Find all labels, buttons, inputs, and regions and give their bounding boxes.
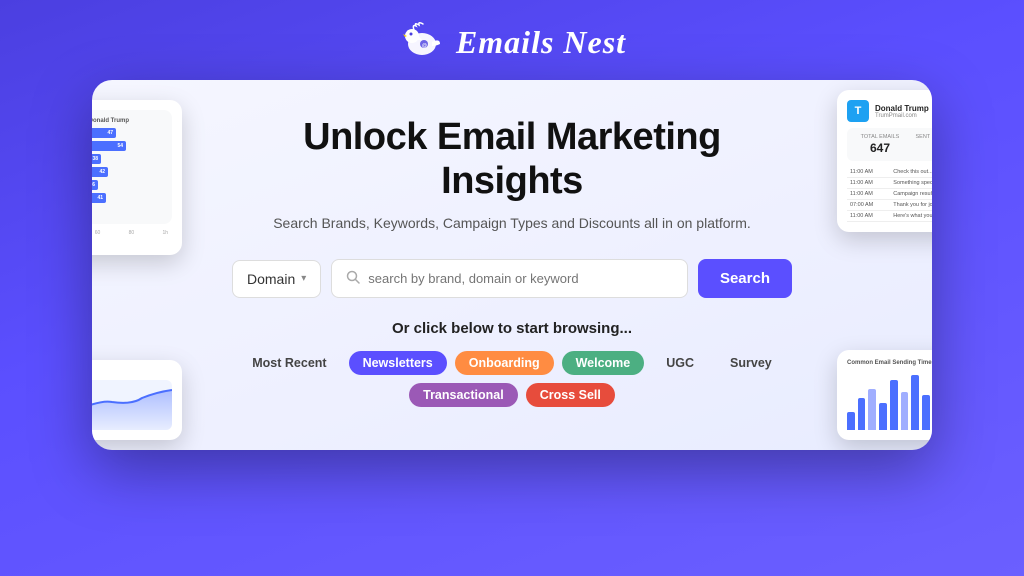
column-bar xyxy=(879,403,887,431)
search-button[interactable]: Search xyxy=(698,259,792,298)
hero-headline: Unlock Email Marketing Insights xyxy=(303,116,721,203)
left-chart-area: Common Email Sending Days: Donald Trump … xyxy=(92,110,172,224)
hero-background: @ Emails Nest Common Email Sending Days:… xyxy=(0,0,1024,576)
bar-row: Sunday 47 xyxy=(92,128,164,138)
browse-tag-welcome[interactable]: Welcome xyxy=(562,351,645,375)
svg-text:@: @ xyxy=(422,43,427,49)
main-card: Common Email Sending Days: Donald Trump … xyxy=(92,80,932,450)
right-panel-bottom: Common Email Sending Times: Donald Trump xyxy=(837,350,932,440)
bar-row: Thursday 36 xyxy=(92,180,164,190)
emails-nest-bird-icon: @ xyxy=(398,18,446,66)
left-chart-title: Common Email Sending Days: Donald Trump xyxy=(92,118,164,124)
hero-subtext: Search Brands, Keywords, Campaign Types … xyxy=(273,215,751,231)
browse-tag-onboarding[interactable]: Onboarding xyxy=(455,351,554,375)
column-bar xyxy=(901,392,909,431)
column-bar xyxy=(847,412,855,430)
bar-row: Saturday 27 xyxy=(92,206,164,216)
column-bar xyxy=(911,375,919,430)
stats-row: TOTAL EMAILS 647 SENT IN FEBRUARY 2 LAST… xyxy=(847,128,932,161)
column-bar xyxy=(922,395,930,430)
browse-tag-newsletters[interactable]: Newsletters xyxy=(349,351,447,375)
browse-tags: Most Recent Newsletters Onboarding Welcome U… xyxy=(212,351,812,407)
column-bar xyxy=(868,389,876,430)
email-table: 11:00 AMCheck this out...4.2%11:00 AMSom… xyxy=(847,167,932,222)
table-row: 11:00 AMHere's what you missed4.5% xyxy=(847,211,932,222)
line-chart-area xyxy=(92,380,172,430)
brand-logo: T xyxy=(847,100,869,122)
logo-area: @ Emails Nest xyxy=(398,0,626,80)
bar-row: Tuesday 38 xyxy=(92,154,164,164)
right-panel-top: T Donald Trump TrumPmail.com Follow TOTA… xyxy=(837,90,932,232)
brand-sub: TrumPmail.com xyxy=(875,113,929,119)
browse-tag-most-recent[interactable]: Most Recent xyxy=(238,351,340,375)
right-bottom-chart-title: Common Email Sending Times: Donald Trump xyxy=(847,360,932,366)
column-bar xyxy=(890,380,898,430)
left-panel-top: Common Email Sending Days: Donald Trump … xyxy=(92,100,182,255)
left-bottom-chart-title: Email Trend xyxy=(92,370,172,376)
brand-header: T Donald Trump TrumPmail.com Follow xyxy=(847,100,932,122)
left-panel-bottom: Email Trend xyxy=(92,360,182,440)
search-input[interactable] xyxy=(368,271,673,286)
browse-tag-cross-sell[interactable]: Cross Sell xyxy=(526,383,615,407)
search-icon xyxy=(346,270,360,287)
browse-tag-survey[interactable]: Survey xyxy=(716,351,786,375)
browse-label: Or click below to start browsing... xyxy=(392,320,632,337)
bar-row: Friday 41 xyxy=(92,193,164,203)
browse-tag-ugc[interactable]: UGC xyxy=(652,351,708,375)
table-row: 11:00 AMSomething special just came...3.… xyxy=(847,178,932,189)
column-chart xyxy=(847,370,932,430)
stat-sent-feb: SENT IN FEBRUARY 2 xyxy=(915,134,932,155)
column-bar xyxy=(858,398,866,430)
domain-dropdown[interactable]: Domain ▾ xyxy=(232,260,321,298)
table-row: 07:00 AMThank you for joining us2.9% xyxy=(847,200,932,211)
bar-row: Wednesday 42 xyxy=(92,167,164,177)
brand-name: Donald Trump xyxy=(875,104,929,113)
browse-tag-transactional[interactable]: Transactional xyxy=(409,383,518,407)
search-container: Domain ▾ Search xyxy=(232,259,792,298)
bar-row: Monday 54 xyxy=(92,141,164,151)
table-row: 11:00 AMCampaign results are in...5.1% xyxy=(847,189,932,200)
table-row: 11:00 AMCheck this out...4.2% xyxy=(847,167,932,178)
chevron-down-icon: ▾ xyxy=(301,273,306,284)
search-input-wrap xyxy=(331,259,688,298)
bar-chart: Sunday 47 Monday 54 Tuesday 38 Wednesday… xyxy=(92,128,164,216)
stat-total-emails: TOTAL EMAILS 647 xyxy=(853,134,907,155)
logo-text: Emails Nest xyxy=(456,24,626,61)
